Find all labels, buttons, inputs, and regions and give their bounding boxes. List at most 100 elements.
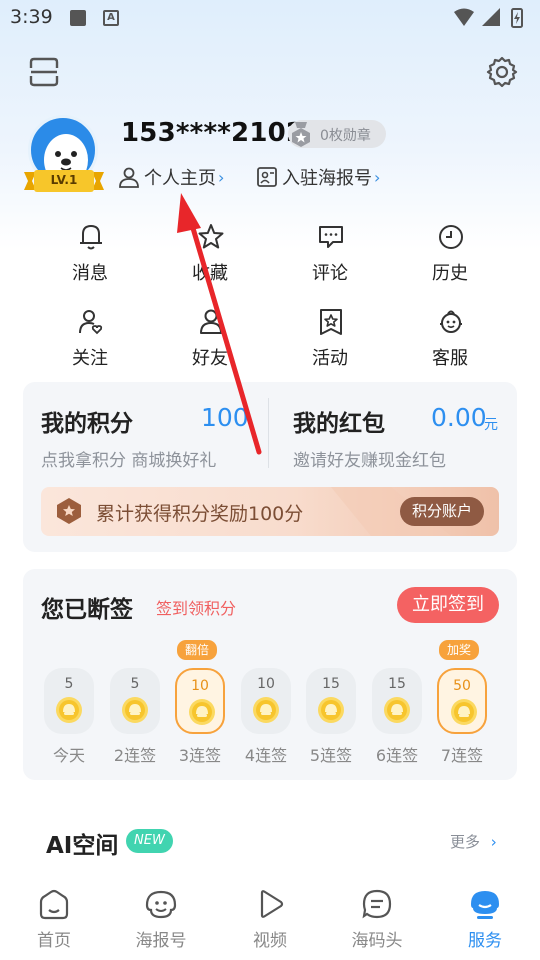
play-icon	[260, 890, 284, 918]
grid-item-comments[interactable]: 评论	[285, 223, 375, 293]
tab-label: 海报号	[135, 931, 187, 951]
coin-icon	[318, 697, 344, 723]
sign-day-label: 5连签	[309, 746, 353, 765]
grid-item-history[interactable]: 历史	[405, 223, 495, 293]
sign-status-title: 您已断签	[41, 597, 133, 623]
keyboard-a-icon: A	[103, 10, 119, 26]
sign-day-points: 15	[322, 676, 340, 692]
sign-day-points: 5	[64, 676, 74, 692]
banner-text: 累计获得积分奖励100分	[96, 503, 304, 525]
personal-homepage-label: 个人主页	[144, 168, 216, 189]
more-label: 更多	[450, 833, 481, 851]
grid-label: 收藏	[192, 263, 228, 284]
grid-label: 活动	[312, 348, 348, 369]
coin-icon	[189, 699, 215, 725]
face-icon	[145, 890, 177, 919]
activity-star-icon	[320, 309, 342, 335]
points-account-button[interactable]: 积分账户	[400, 497, 484, 526]
grid-item-favorites[interactable]: 收藏	[165, 223, 255, 293]
sign-day-cell: 15	[306, 668, 356, 734]
sign-day-cell: 50	[437, 668, 487, 734]
tab-label: 海码头	[351, 931, 403, 951]
sign-day-label: 今天	[52, 746, 85, 765]
level-label: LV.1	[50, 173, 78, 187]
my-points-title: 我的积分	[41, 411, 133, 437]
more-link[interactable]: 更多 ›	[450, 831, 497, 852]
scan-frame-icon[interactable]	[28, 56, 60, 88]
tab-home[interactable]: 首页	[9, 888, 99, 952]
sign-day-cell: 15	[372, 668, 422, 734]
id-card-icon	[257, 167, 277, 187]
grid-label: 关注	[72, 348, 108, 369]
grid-item-follow[interactable]: 关注	[45, 308, 135, 378]
person-icon	[119, 167, 139, 188]
my-points-value: 100	[201, 403, 249, 432]
grid-item-activities[interactable]: 活动	[285, 308, 375, 378]
home-icon	[39, 889, 69, 920]
avatar[interactable]: LV.1	[22, 115, 106, 197]
chat-bubble-icon	[362, 889, 392, 919]
comment-icon	[319, 226, 343, 248]
tab-poster-account[interactable]: 海报号	[116, 888, 206, 952]
bell-icon	[80, 224, 102, 250]
sign-day-label: 7连签	[440, 746, 484, 765]
sign-day-label: 3连签	[178, 746, 222, 765]
sign-day-points: 50	[453, 678, 471, 694]
tab-video[interactable]: 视频	[225, 888, 315, 952]
sign-day-label: 4连签	[244, 746, 288, 765]
service-icon	[440, 310, 462, 333]
sign-day-cell: 10	[241, 668, 291, 734]
chevron-right-icon: ›	[374, 167, 381, 187]
star-icon	[198, 224, 224, 249]
grid-item-customer-service[interactable]: 客服	[405, 308, 495, 378]
sign-day-cell: 10	[175, 668, 225, 734]
sign-day-points: 5	[130, 676, 140, 692]
sign-in-now-button[interactable]: 立即签到	[397, 587, 499, 623]
notification-square-icon	[70, 10, 86, 26]
tab-service[interactable]: 服务	[440, 888, 530, 952]
wifi-icon	[454, 8, 474, 26]
enter-poster-account-link[interactable]: 入驻海报号 ›	[256, 164, 380, 190]
grid-item-friends[interactable]: 好友	[165, 308, 255, 378]
signal-icon	[482, 8, 500, 26]
coin-icon	[122, 697, 148, 723]
clock-icon	[439, 225, 463, 249]
grid-label: 评论	[312, 263, 348, 284]
sign-day-bonus-tag: 加奖	[439, 640, 480, 660]
chevron-right-icon: ›	[218, 167, 225, 187]
sign-day-bonus-tag: 翻倍	[177, 640, 218, 660]
user-phone: 153****2102	[121, 118, 305, 148]
sign-day-points: 10	[257, 676, 275, 692]
my-redpacket-value: 0.00	[431, 403, 487, 432]
sign-day-cell: 5	[44, 668, 94, 734]
grid-item-messages[interactable]: 消息	[45, 223, 135, 293]
friend-icon	[200, 309, 222, 334]
grid-label: 客服	[432, 348, 468, 369]
grid-label: 历史	[432, 263, 468, 284]
ai-space-title: AI空间	[46, 833, 119, 859]
follow-user-icon	[79, 310, 103, 335]
grid-label: 消息	[72, 263, 108, 284]
medal-icon	[292, 122, 310, 147]
tab-label: 服务	[468, 931, 502, 951]
sign-day-cell: 5	[110, 668, 160, 734]
personal-homepage-link[interactable]: 个人主页 ›	[118, 164, 224, 190]
sign-subtitle: 签到领积分	[156, 599, 237, 618]
points-badge-icon	[57, 498, 81, 524]
status-icons	[454, 8, 523, 28]
status-time: 3:39	[10, 6, 53, 28]
grid-label: 好友	[192, 348, 228, 369]
my-redpacket-subtitle: 邀请好友赚现金红包	[293, 451, 446, 471]
new-badge: NEW	[126, 829, 173, 853]
sign-day-points: 10	[191, 678, 209, 694]
coin-icon	[56, 697, 82, 723]
tab-sea-dock[interactable]: 海码头	[332, 888, 422, 952]
gear-icon[interactable]	[486, 56, 518, 88]
card-divider	[268, 398, 269, 468]
tab-label: 首页	[37, 931, 71, 951]
service-avatar-icon	[471, 891, 499, 919]
coin-icon	[253, 697, 279, 723]
my-redpacket-title: 我的红包	[293, 411, 385, 437]
chevron-right-icon: ›	[490, 833, 497, 851]
sign-day-label: 2连签	[113, 746, 157, 765]
